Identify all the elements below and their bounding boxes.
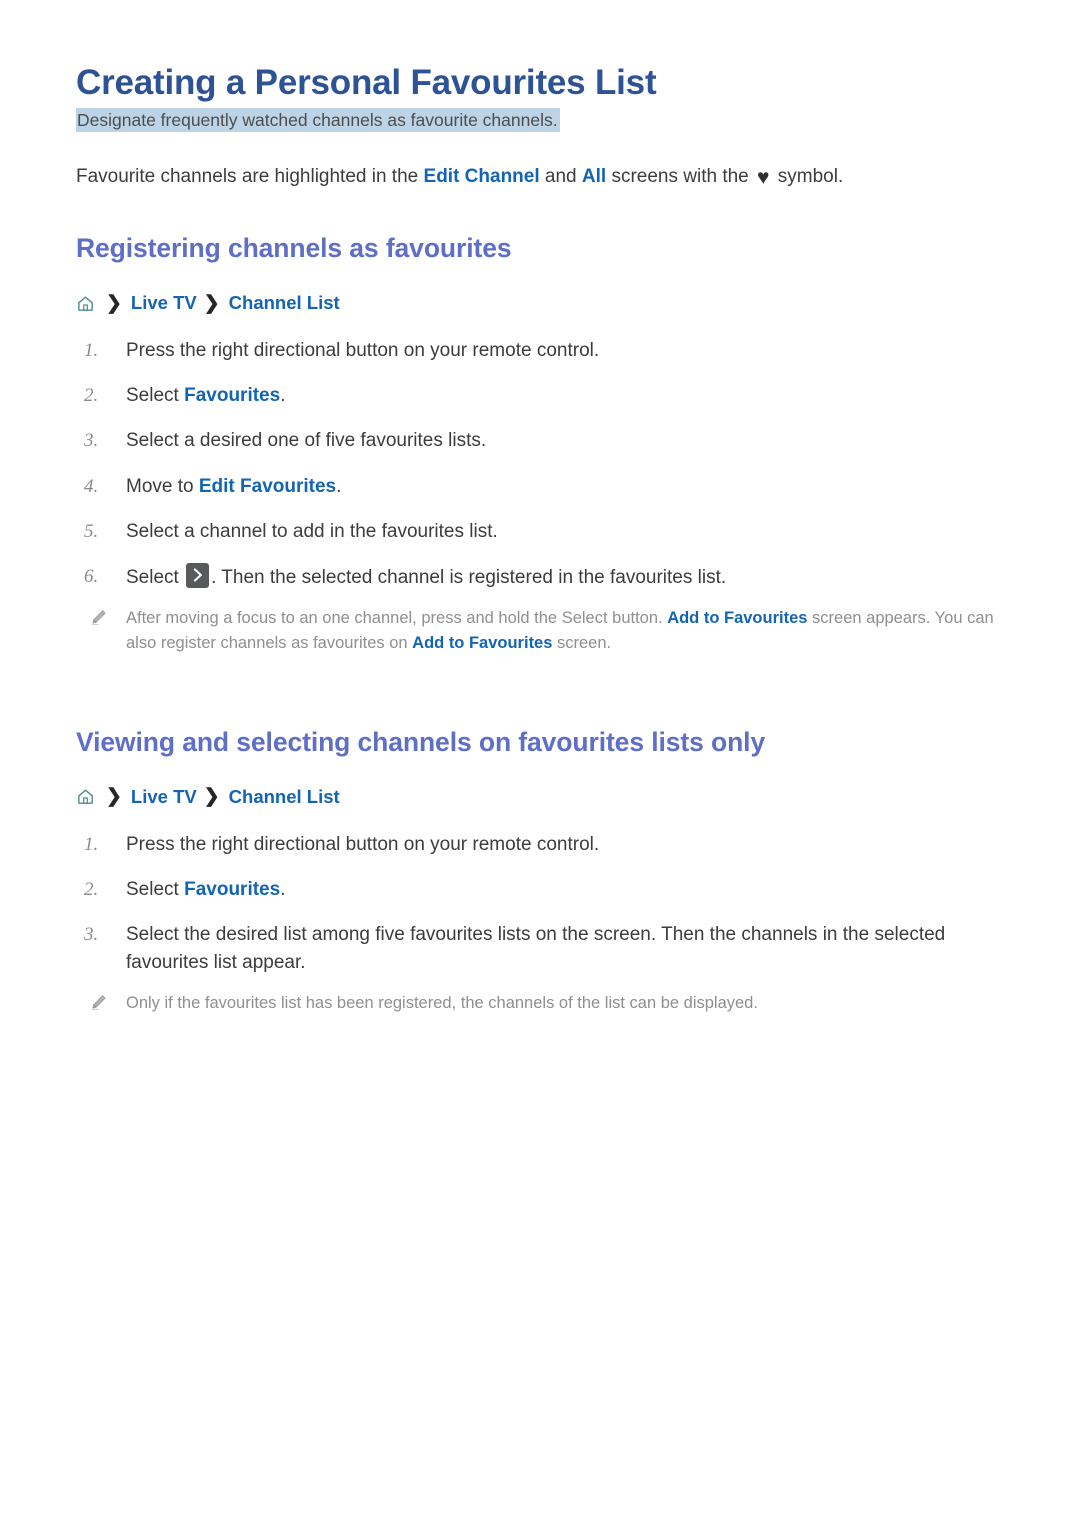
select-chevron-key-icon — [186, 562, 210, 588]
breadcrumb-item-channel-list[interactable]: Channel List — [229, 291, 340, 315]
page-subtitle-highlight: Designate frequently watched channels as… — [76, 108, 560, 133]
link-add-to-favourites[interactable]: Add to Favourites — [667, 609, 807, 627]
intro-text-1: Favourite channels are highlighted in th… — [76, 165, 424, 187]
intro-text-4: symbol. — [772, 165, 844, 187]
breadcrumb-1: ❯ Live TV ❯ Channel List — [76, 291, 1008, 315]
steps-list-2: 1. Press the right directional button on… — [76, 831, 1008, 977]
document-page: Creating a Personal Favourites List Desi… — [0, 0, 1080, 1527]
list-item: 1. Press the right directional button on… — [76, 831, 1008, 859]
note-1: After moving a focus to an one channel, … — [76, 606, 1008, 657]
list-item: 1. Press the right directional button on… — [76, 337, 1008, 365]
step-number: 1. — [84, 340, 99, 362]
breadcrumb-separator: ❯ — [203, 786, 220, 808]
steps-list-1: 1. Press the right directional button on… — [76, 337, 1008, 592]
step-text: Select a channel to add in the favourite… — [126, 520, 498, 542]
list-item: 3. Select the desired list among five fa… — [76, 921, 1008, 977]
link-favourites[interactable]: Favourites — [184, 879, 280, 900]
step-text: Select — [126, 385, 185, 407]
link-all[interactable]: All — [582, 166, 606, 187]
step-text: Move to — [126, 475, 199, 497]
section-heading-2: Viewing and selecting channels on favour… — [76, 727, 766, 758]
step-number: 3. — [84, 924, 99, 946]
step-number: 1. — [84, 833, 99, 855]
step-text-tail: . — [336, 475, 342, 497]
intro-paragraph: Favourite channels are highlighted in th… — [76, 163, 1008, 192]
breadcrumb-separator: ❯ — [106, 292, 122, 314]
link-edit-channel[interactable]: Edit Channel — [424, 166, 540, 187]
step-text-tail: . — [280, 385, 286, 407]
list-item: 3. Select a desired one of five favourit… — [76, 427, 1008, 455]
list-item: 2. Select Favourites. — [76, 876, 1008, 904]
breadcrumb-item-live-tv[interactable]: Live TV — [131, 291, 197, 315]
step-number: 4. — [84, 475, 99, 497]
step-text: Select a desired one of five favourites … — [126, 430, 487, 452]
intro-text-3: screens with the — [606, 165, 755, 187]
step-text: Select — [126, 879, 185, 900]
list-item: 2. Select Favourites. — [76, 382, 1008, 410]
step-number: 5. — [84, 520, 99, 542]
step-text: Press the right directional button on yo… — [126, 833, 600, 855]
home-icon[interactable] — [76, 294, 95, 313]
link-edit-favourites[interactable]: Edit Favourites — [199, 476, 336, 497]
breadcrumb-separator: ❯ — [106, 786, 122, 808]
breadcrumb-item-channel-list[interactable]: Channel List — [229, 785, 340, 809]
step-number: 6. — [84, 565, 99, 587]
pencil-icon — [90, 609, 107, 635]
list-item: 5. Select a channel to add in the favour… — [76, 518, 1008, 546]
breadcrumb-item-live-tv[interactable]: Live TV — [131, 785, 197, 809]
page-subtitle: Designate frequently watched channels as… — [76, 108, 1008, 133]
section-registering-channels: Registering channels as favourites ❯ Liv… — [76, 233, 1008, 657]
link-favourites[interactable]: Favourites — [184, 385, 280, 406]
step-text: Press the right directional button on yo… — [126, 340, 600, 362]
intro-text-2: and — [539, 165, 582, 187]
step-number: 3. — [84, 430, 99, 452]
note-text-4: screen. — [552, 634, 612, 653]
link-add-to-favourites[interactable]: Add to Favourites — [412, 634, 552, 652]
step-number: 2. — [84, 385, 99, 407]
note-text-2: screen appears. — [807, 608, 931, 627]
page-title: Creating a Personal Favourites List — [76, 63, 657, 102]
home-icon[interactable] — [76, 787, 95, 806]
step-text-tail: . — [280, 879, 286, 900]
note-text-1: Only if the favourites list has been reg… — [126, 994, 758, 1013]
note-2: Only if the favourites list has been reg… — [76, 991, 1008, 1017]
step-text-tail: . Then the selected channel is registere… — [211, 566, 727, 588]
breadcrumb-separator: ❯ — [203, 292, 220, 314]
breadcrumb-2: ❯ Live TV ❯ Channel List — [76, 785, 1008, 809]
heart-icon: ♥ — [757, 165, 770, 189]
step-text: Select — [126, 566, 185, 588]
section-viewing-favourites: Viewing and selecting channels on favour… — [76, 727, 1008, 1017]
step-number: 2. — [84, 879, 99, 900]
list-item: 4. Move to Edit Favourites. — [76, 473, 1008, 501]
pencil-icon — [90, 994, 107, 1020]
step-text: Select the desired list among five favou… — [126, 924, 946, 974]
list-item: 6. Select . Then the selected channel is… — [76, 562, 1008, 592]
section-heading-1: Registering channels as favourites — [76, 233, 512, 264]
note-text-1: After moving a focus to an one channel, … — [126, 608, 668, 627]
